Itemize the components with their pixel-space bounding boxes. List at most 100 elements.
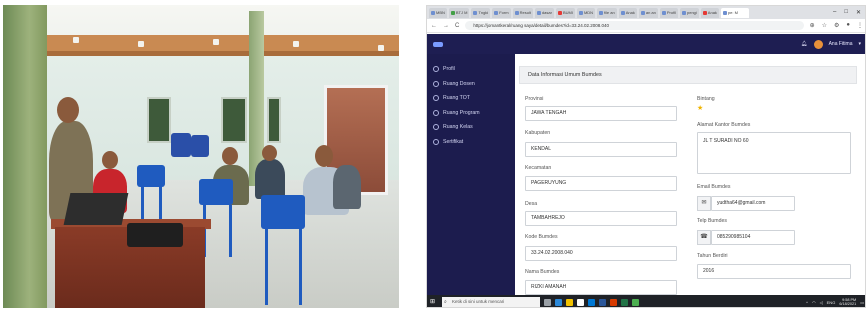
browser-tab[interactable]: MDN: [576, 7, 596, 18]
kode-bumdes-field[interactable]: 33.24.02.2008.040: [525, 246, 677, 261]
tab-title: an an: [645, 10, 656, 15]
app-top-navbar: 🔔︎ Ana Fitima ▾: [427, 34, 865, 54]
photo-person: [255, 159, 285, 199]
browser-tab[interactable]: Anak: [618, 7, 637, 18]
tab-title: Profil: [666, 10, 676, 15]
zoom-icon[interactable]: ⊕: [810, 22, 815, 29]
system-tray: ^ ◠ ◁ ENG 9:58 PM 6/18/2021 ▭: [806, 298, 864, 307]
browser-tab[interactable]: an an: [638, 7, 658, 18]
provinsi-label: Provinsi: [525, 96, 544, 102]
browser-screenshot: MBN BTJ M Tngki Form Result dasar BUMI M…: [426, 5, 866, 308]
notification-bell-icon[interactable]: 🔔︎: [801, 41, 807, 47]
tab-title: pe: M: [727, 10, 738, 15]
photo-pillar: [3, 5, 47, 308]
notification-center-icon[interactable]: ▭: [860, 300, 864, 305]
forward-button[interactable]: →: [443, 23, 449, 29]
chevron-down-icon[interactable]: ▾: [858, 41, 861, 47]
file-explorer-icon[interactable]: [566, 298, 573, 306]
edge-browser-icon[interactable]: [555, 298, 562, 306]
taskbar-search-input[interactable]: ⌕ Ketik di sini untuk mencari: [442, 297, 540, 307]
telp-field[interactable]: 085290985104: [711, 230, 795, 245]
tab-favicon-icon: [450, 10, 455, 15]
browser-tab[interactable]: Anak: [700, 7, 719, 18]
bintang-label: Bintang: [697, 96, 715, 102]
photo-lamp: [293, 41, 299, 47]
back-button[interactable]: ←: [431, 23, 437, 29]
browser-tab[interactable]: pengi: [680, 7, 699, 18]
browser-tab[interactable]: BTJ M: [448, 7, 470, 18]
sidebar-item-profil[interactable]: Profil: [427, 62, 515, 77]
user-name[interactable]: Ana Fitima: [829, 41, 853, 47]
browser-tab[interactable]: Form: [492, 7, 511, 18]
photo-window: [221, 97, 247, 143]
sidebar-item-label: Profil: [443, 66, 455, 73]
browser-tab-active[interactable]: pe: M: [720, 7, 749, 18]
sidebar-item-ruang-dosen[interactable]: Ruang Dosen: [427, 77, 515, 92]
maximize-button[interactable]: □: [844, 9, 848, 16]
photo-person-head: [102, 151, 118, 169]
app-logo[interactable]: [433, 41, 445, 47]
reload-button[interactable]: C: [455, 23, 459, 29]
word-icon[interactable]: [599, 298, 606, 306]
minimize-button[interactable]: –: [833, 9, 836, 16]
sidebar-item-ruang-tot[interactable]: Ruang TOT: [427, 91, 515, 106]
mail-icon[interactable]: [588, 298, 595, 306]
volume-icon[interactable]: ◁: [820, 300, 823, 305]
close-button[interactable]: ✕: [856, 9, 861, 16]
logo-mark-icon: [433, 41, 443, 47]
tab-title: file an: [604, 10, 615, 15]
browser-tab[interactable]: Profil: [659, 7, 678, 18]
sidebar: Profil Ruang Dosen Ruang TOT Ruang Progr…: [427, 54, 515, 295]
browser-tab[interactable]: Result: [512, 7, 533, 18]
tab-favicon-icon: [640, 10, 645, 15]
photo-projector: [127, 223, 183, 247]
url-input[interactable]: https://jomantkeral/ruang saya/detail/bu…: [465, 21, 804, 30]
task-view-icon[interactable]: [544, 298, 551, 306]
extensions-icon[interactable]: ⚙: [834, 22, 839, 29]
photo-lamp: [138, 41, 144, 47]
photo-speaker-head: [57, 97, 79, 123]
browser-tab[interactable]: dasar: [534, 7, 554, 18]
chrome-icon[interactable]: [632, 298, 639, 306]
kecamatan-field[interactable]: PAGERUYUNG: [525, 176, 677, 191]
sidebar-item-sertifikat[interactable]: Sertifikat: [427, 135, 515, 150]
bookmark-star-icon[interactable]: ☆: [822, 22, 827, 29]
tab-title: Anak: [625, 10, 635, 15]
browser-tab[interactable]: BUMI: [555, 7, 575, 18]
windows-start-icon[interactable]: ⊞: [430, 298, 438, 306]
nama-bumdes-field[interactable]: RIZKI AMANAH: [525, 280, 677, 295]
clock-date: 6/18/2021: [839, 302, 857, 306]
wifi-icon[interactable]: ◠: [812, 300, 816, 305]
sidebar-item-ruang-program[interactable]: Ruang Program: [427, 106, 515, 121]
address-bar: ← → C https://jomantkeral/ruang saya/det…: [427, 19, 865, 33]
photo-chair: [261, 195, 305, 229]
email-field[interactable]: yudtha64@gmail.com: [711, 196, 795, 211]
photo-lamp: [213, 39, 219, 45]
tahun-berdiri-field[interactable]: 2016: [697, 264, 851, 279]
photo-person-head: [262, 145, 277, 161]
photo-laptop: [63, 193, 129, 225]
tab-favicon-icon: [620, 10, 625, 15]
powerpoint-icon[interactable]: [610, 298, 617, 306]
kecamatan-label: Kecamatan: [525, 165, 552, 171]
store-icon[interactable]: [577, 298, 584, 306]
kabupaten-field[interactable]: KENDAL: [525, 142, 677, 157]
browser-tab[interactable]: MBN: [429, 7, 447, 18]
tray-arrow-icon[interactable]: ^: [806, 300, 808, 305]
users-icon: [433, 138, 439, 145]
alamat-field[interactable]: JL T SURADI NO 60: [697, 132, 851, 174]
email-icon: ✉: [697, 196, 711, 211]
clock[interactable]: 9:58 PM 6/18/2021: [839, 298, 856, 307]
desa-field[interactable]: TAMBAHREJO: [525, 211, 677, 226]
tab-favicon-icon: [682, 10, 686, 15]
browser-tab[interactable]: Tngki: [471, 7, 491, 18]
provinsi-field[interactable]: JAWA TENGAH: [525, 106, 677, 121]
menu-dots-icon[interactable]: ⋮: [857, 22, 863, 29]
main-content: Data Informasi Umum Bumdes Provinsi JAWA…: [515, 54, 865, 295]
avatar[interactable]: [813, 39, 823, 49]
sidebar-item-ruang-kelas[interactable]: Ruang Kelas: [427, 120, 515, 135]
browser-tab[interactable]: file an: [597, 7, 617, 18]
excel-icon[interactable]: [621, 298, 628, 306]
language-indicator[interactable]: ENG: [827, 300, 836, 305]
profile-icon[interactable]: ●: [846, 22, 850, 29]
